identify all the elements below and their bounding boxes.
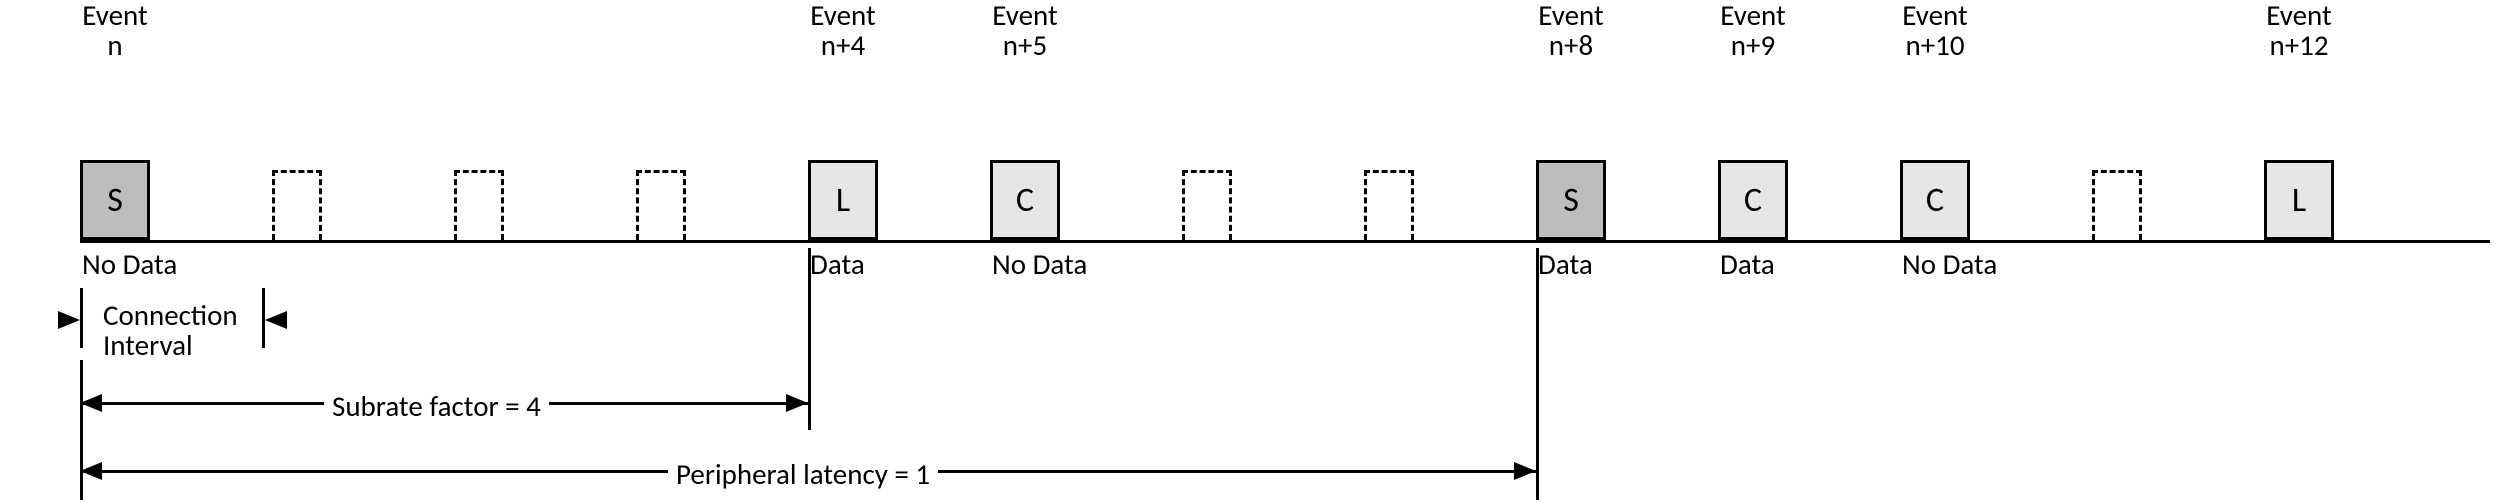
- periph-arrow-right: [1514, 462, 1536, 480]
- event-label-n+5: Event n+5: [935, 0, 1115, 61]
- data-label-n+10: No Data: [1902, 246, 1997, 282]
- diagram-root: { "chart_data": { "type": "table", "titl…: [0, 0, 2500, 503]
- data-label-n+5: No Data: [992, 246, 1087, 282]
- event-label-n+4: Event n+4: [753, 0, 933, 61]
- event-box-n+8: S: [1536, 160, 1606, 240]
- data-label-n+9: Data: [1720, 246, 1775, 282]
- subrate-arrow-right: [786, 394, 808, 412]
- subrate-label: Subrate factor = 4: [324, 388, 549, 424]
- conn-interval-label: Connection Interval: [95, 300, 246, 361]
- event-label-n+10: Event n+10: [1845, 0, 2025, 61]
- data-label-n: No Data: [82, 246, 177, 282]
- periph-tick-right: [1536, 248, 1539, 500]
- event-box-n+9: C: [1718, 160, 1788, 240]
- event-box-skip-2: [454, 170, 504, 240]
- subrate-arrow-left: [80, 394, 102, 412]
- event-box-n+12: L: [2264, 160, 2334, 240]
- data-label-n+4: Data: [810, 246, 865, 282]
- data-label-n+8: Data: [1538, 246, 1593, 282]
- event-box-skip-6: [1182, 170, 1232, 240]
- periph-arrow-left: [80, 462, 102, 480]
- conn-int-tick-left: [80, 288, 83, 348]
- event-box-skip-11: [2092, 170, 2142, 240]
- event-box-n+5: C: [990, 160, 1060, 240]
- event-box-n: S: [80, 160, 150, 240]
- conn-int-arrow-in-left: [58, 311, 80, 329]
- timeline-axis: [80, 240, 2490, 243]
- event-label-n: Event n: [25, 0, 205, 61]
- conn-int-arrow-in-right: [265, 311, 287, 329]
- event-box-n+10: C: [1900, 160, 1970, 240]
- event-box-skip-7: [1364, 170, 1414, 240]
- event-label-n+9: Event n+9: [1663, 0, 1843, 61]
- event-box-skip-3: [636, 170, 686, 240]
- event-box-skip-1: [272, 170, 322, 240]
- event-box-n+4: L: [808, 160, 878, 240]
- event-label-n+12: Event n+12: [2209, 0, 2389, 61]
- periph-label: Peripheral latency = 1: [668, 456, 938, 492]
- event-label-n+8: Event n+8: [1481, 0, 1661, 61]
